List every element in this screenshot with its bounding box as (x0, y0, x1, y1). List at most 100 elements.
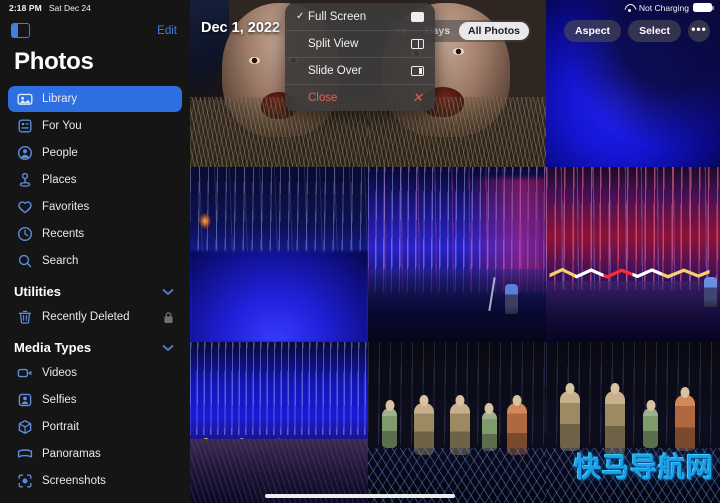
sidebar-item-panoramas[interactable]: Panoramas (8, 441, 182, 467)
slide-over-icon (411, 65, 424, 76)
sidebar-item-label: Favorites (42, 201, 90, 213)
close-x-icon: ✕ (412, 90, 423, 105)
photo-decor (190, 251, 368, 342)
home-indicator[interactable] (265, 494, 455, 498)
photo-decor (546, 167, 720, 290)
photo-grid (190, 0, 720, 503)
sidebar-item-videos[interactable]: Videos (8, 360, 182, 386)
menu-item-close[interactable]: Close ✕ (285, 84, 435, 111)
photo-decor (449, 394, 470, 455)
chevron-down-icon[interactable] (162, 284, 174, 299)
menu-item-label: Slide Over (308, 64, 362, 77)
clock-icon (16, 226, 33, 243)
menu-item-split-view[interactable]: Split View (285, 30, 435, 57)
multitasking-context-menu: ✓ Full Screen Split View Slide Over Clos… (285, 3, 435, 111)
photo-decor (198, 212, 211, 229)
sidebar-toggle-icon[interactable] (11, 23, 30, 38)
sidebar-item-label: For You (42, 120, 82, 132)
sidebar-item-label: Panoramas (42, 448, 101, 460)
photo-forest-blue-pink[interactable] (368, 167, 546, 342)
places-pin-icon (16, 172, 33, 189)
photo-decor (190, 342, 368, 436)
toolbar-right-controls: Aspect Select ••• (564, 20, 710, 42)
photo-decor (559, 383, 580, 452)
menu-item-label: Close (308, 91, 338, 104)
full-screen-icon (411, 11, 424, 22)
sidebar-item-label: Videos (42, 367, 77, 379)
sidebar-item-recents[interactable]: Recents (8, 221, 182, 247)
sidebar-item-for-you[interactable]: For You (8, 113, 182, 139)
sidebar-section-my-albums[interactable]: My Albums (0, 495, 190, 503)
people-icon (16, 145, 33, 162)
section-label: Media Types (14, 340, 92, 355)
lock-icon (163, 311, 174, 324)
photo-decor (643, 400, 659, 449)
sidebar-item-places[interactable]: Places (8, 167, 182, 193)
sidebar-item-portrait[interactable]: Portrait (8, 414, 182, 440)
ellipsis-icon[interactable]: ••• (688, 20, 710, 42)
photos-library-icon (16, 91, 33, 108)
portrait-cube-icon (16, 419, 33, 436)
menu-item-label: Full Screen (308, 10, 367, 23)
sidebar-item-recently-deleted[interactable]: Recently Deleted (8, 304, 182, 330)
sidebar-item-people[interactable]: People (8, 140, 182, 166)
page-title: Photos (14, 48, 94, 75)
menu-item-full-screen[interactable]: ✓ Full Screen (285, 3, 435, 30)
sidebar-media-type-items: Videos Selfies Portrait Panoramas Screen… (0, 360, 190, 494)
watermark: 快马导航网 (574, 453, 714, 484)
search-icon (16, 253, 33, 270)
sidebar-item-favorites[interactable]: Favorites (8, 194, 182, 220)
photo-forest-gold-trail[interactable] (190, 342, 368, 503)
photo-decor (382, 400, 398, 449)
sidebar-section-utilities[interactable]: Utilities (0, 275, 190, 304)
section-label: Utilities (14, 284, 61, 299)
screenshot-icon (16, 473, 33, 490)
sidebar-item-selfies[interactable]: Selfies (8, 387, 182, 413)
sidebar-nav: Library For You People Places Favorites … (0, 86, 190, 274)
selfie-person-icon (16, 392, 33, 409)
photo-decor (674, 387, 695, 452)
photo-decor (248, 56, 260, 64)
aspect-button[interactable]: Aspect (564, 20, 622, 42)
sidebar-item-label: Portrait (42, 421, 80, 433)
video-camera-icon (16, 365, 33, 382)
menu-item-label: Split View (308, 37, 359, 50)
sidebar-item-screenshots[interactable]: Screenshots (8, 468, 182, 494)
chevron-down-icon[interactable] (162, 340, 174, 355)
sidebar-item-label: Recents (42, 228, 85, 240)
photo-decor (414, 394, 435, 455)
photo-grid-pane: Dec 1, 2022 rs Days All Photos Aspect Se… (190, 0, 720, 503)
photo-decor (504, 284, 518, 314)
sidebar-item-search[interactable]: Search (8, 248, 182, 274)
photo-forest-blue-path[interactable] (190, 167, 368, 342)
sidebar-utilities-items: Recently Deleted (0, 304, 190, 330)
date-header: Dec 1, 2022 (201, 20, 281, 36)
sidebar-item-label: Screenshots (42, 475, 106, 487)
sidebar-item-label: Search (42, 255, 79, 267)
sidebar-item-label: Recently Deleted (42, 311, 130, 323)
panorama-icon (16, 446, 33, 463)
split-view-icon (411, 38, 424, 49)
edit-button[interactable]: Edit (157, 25, 177, 37)
photos-app-window: Dec 1, 2022 rs Days All Photos Aspect Se… (0, 0, 720, 503)
sidebar-item-label: Library (42, 93, 78, 105)
photo-decor (368, 268, 546, 342)
sidebar-item-library[interactable]: Library (8, 86, 182, 112)
photo-decor (703, 277, 717, 307)
sidebar: Edit Photos Library For You People Place… (0, 0, 190, 503)
sidebar-item-label: Selfies (42, 394, 77, 406)
photo-decor (506, 394, 527, 455)
menu-item-slide-over[interactable]: Slide Over (285, 57, 435, 84)
for-you-icon (16, 118, 33, 135)
sidebar-section-media-types[interactable]: Media Types (0, 331, 190, 360)
checkmark-icon: ✓ (296, 11, 305, 22)
heart-icon (16, 199, 33, 216)
select-button[interactable]: Select (628, 20, 681, 42)
trash-icon (16, 309, 33, 326)
photo-decor (481, 403, 497, 452)
sidebar-item-label: Places (42, 174, 77, 186)
photo-forest-red-light[interactable] (546, 167, 720, 342)
segment-all-photos[interactable]: All Photos (459, 22, 529, 40)
photo-figures-wide[interactable] (368, 342, 546, 503)
sidebar-item-label: People (42, 147, 78, 159)
